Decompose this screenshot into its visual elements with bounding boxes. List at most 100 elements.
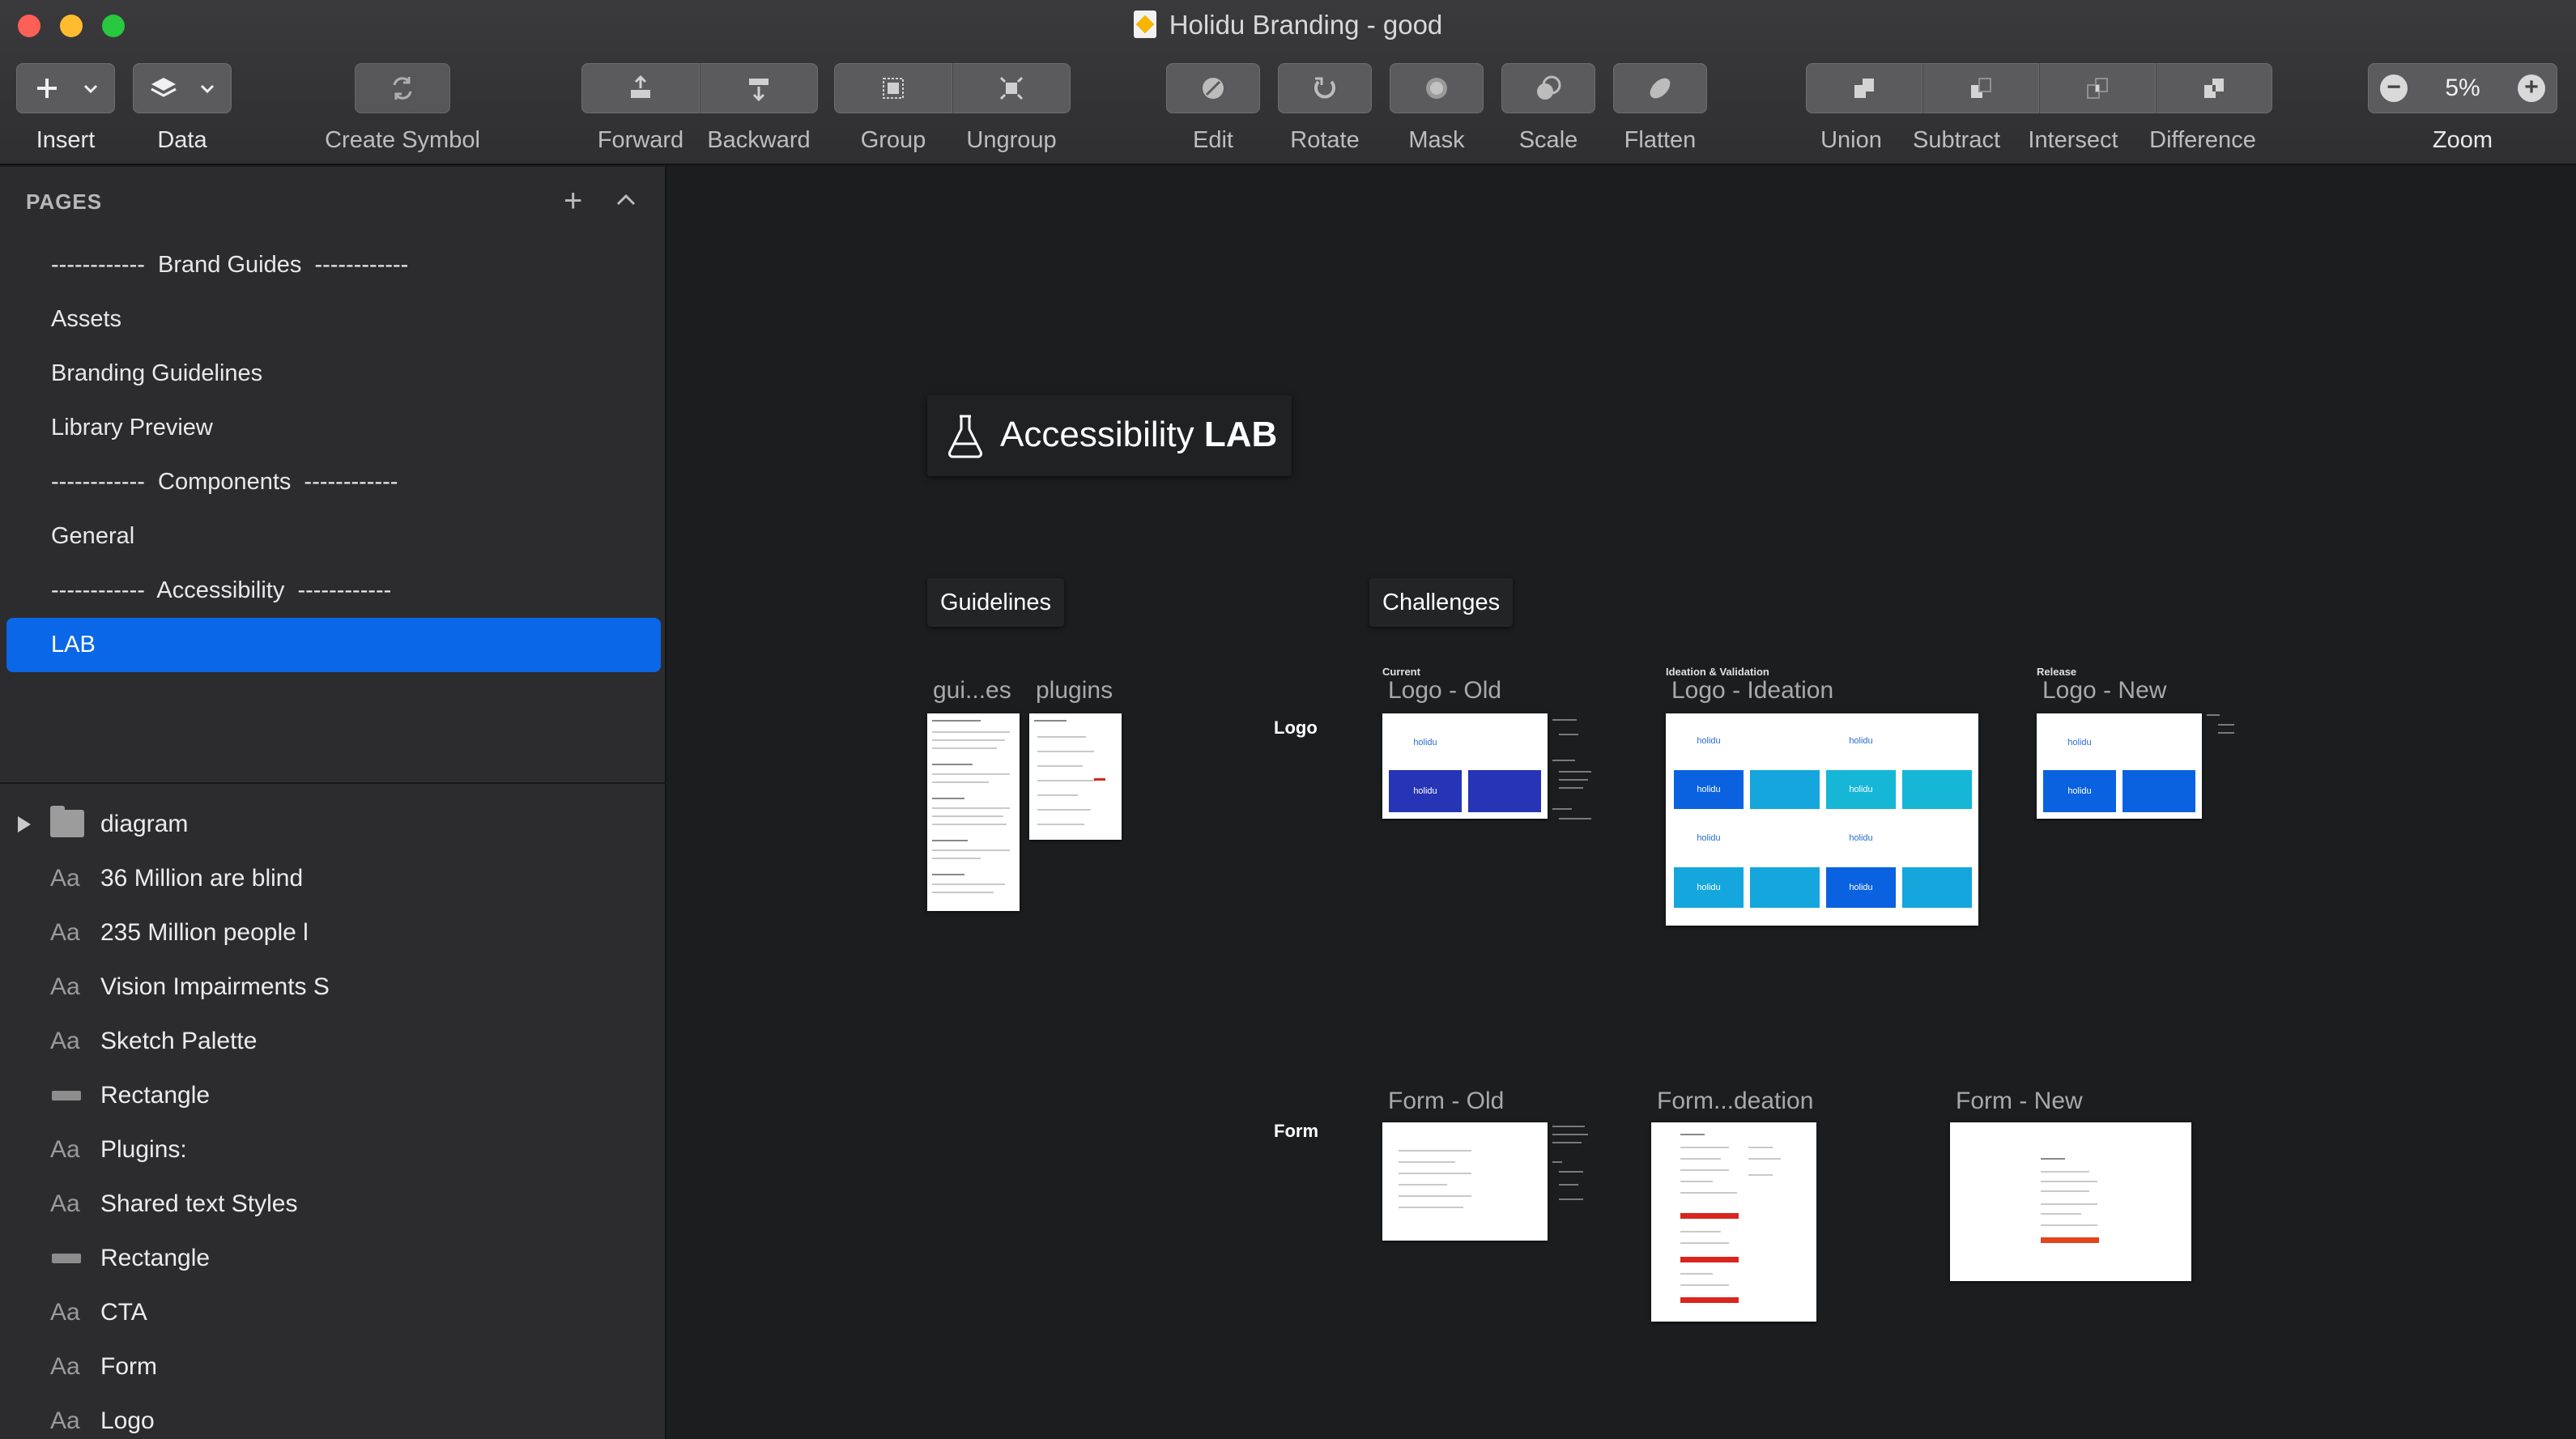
- text-layer-icon: Aa: [50, 1353, 80, 1380]
- form-new-artboard[interactable]: [1950, 1122, 2191, 1281]
- artboard-label-logo-ideation[interactable]: Logo - Ideation: [1671, 677, 1833, 705]
- logo-new-artboard[interactable]: holidu holidu: [2037, 713, 2202, 819]
- layer-item-text[interactable]: Aa Logo: [0, 1394, 666, 1439]
- layer-item-text[interactable]: Aa 36 Million are blind: [0, 851, 666, 905]
- lab-title-box[interactable]: Accessibility LAB: [927, 395, 1292, 476]
- flatten-label: Flatten: [1624, 127, 1697, 153]
- logo-cell: holidu: [1674, 820, 1744, 856]
- union-button[interactable]: [1806, 63, 1922, 113]
- layer-item-rectangle[interactable]: Rectangle: [0, 1068, 666, 1122]
- ungroup-button[interactable]: [952, 63, 1071, 113]
- plus-icon: [37, 79, 57, 98]
- mask-icon: [1426, 78, 1447, 99]
- scale-button[interactable]: [1501, 63, 1595, 113]
- layer-label: Shared text Styles: [100, 1190, 298, 1217]
- create-symbol-label: Create Symbol: [325, 127, 480, 153]
- artboard-label-logo-old[interactable]: Logo - Old: [1388, 677, 1501, 705]
- logo-old-artboard[interactable]: holidu holidu: [1382, 713, 1548, 819]
- logo-cell: [1750, 820, 1820, 856]
- layer-item-text[interactable]: Aa CTA: [0, 1285, 666, 1339]
- form-old-notes: [1552, 1126, 1601, 1231]
- logo-cell: holidu: [2043, 770, 2116, 812]
- create-symbol-button[interactable]: [355, 63, 450, 113]
- rotate-icon: [1314, 77, 1335, 99]
- plugins-artboard[interactable]: [1029, 713, 1122, 840]
- logo-old-notes: [1552, 719, 1601, 824]
- layer-list: diagram Aa 36 Million are blind Aa 235 M…: [0, 797, 666, 1439]
- insert-button[interactable]: [16, 63, 115, 113]
- sidebar-divider[interactable]: [0, 782, 666, 784]
- layer-item-text[interactable]: Aa Shared text Styles: [0, 1177, 666, 1231]
- page-item-components-separator[interactable]: ------------ Components ------------: [6, 455, 661, 509]
- logo-cell: [1750, 867, 1820, 908]
- artboard-label-guides[interactable]: gui...es: [933, 677, 1011, 705]
- challenges-section[interactable]: Challenges: [1369, 578, 1514, 627]
- forward-button[interactable]: [581, 63, 700, 113]
- chevron-up-icon[interactable]: [614, 188, 638, 212]
- logo-cell: [2123, 770, 2195, 812]
- layer-item-folder[interactable]: diagram: [0, 797, 666, 851]
- logo-cell: holidu: [1826, 770, 1896, 809]
- group-label: Group: [860, 127, 926, 153]
- subtract-label: Subtract: [1913, 127, 2000, 153]
- backward-button[interactable]: [700, 63, 818, 113]
- artboard-label-form-old[interactable]: Form - Old: [1388, 1088, 1504, 1115]
- logo-cell: holidu: [1826, 820, 1896, 856]
- data-button[interactable]: [133, 63, 232, 113]
- text-layer-icon: Aa: [50, 973, 80, 1000]
- guides-artboard[interactable]: [927, 713, 1020, 911]
- page-item-lab[interactable]: LAB: [6, 618, 661, 672]
- text-layer-icon: Aa: [50, 1028, 80, 1054]
- rotate-button[interactable]: [1278, 63, 1372, 113]
- artboard-label-form-new[interactable]: Form - New: [1956, 1088, 2083, 1115]
- backward-label: Backward: [707, 127, 811, 153]
- page-item-branding-guidelines[interactable]: Branding Guidelines: [6, 347, 661, 401]
- text-layer-icon: Aa: [50, 865, 80, 892]
- design-canvas[interactable]: Accessibility LAB Guidelines Challenges …: [668, 167, 2576, 1439]
- page-item-brand-guides-separator[interactable]: ------------ Brand Guides ------------: [6, 238, 661, 292]
- mini-label-release: Release: [2037, 666, 2077, 678]
- row-label-logo: Logo: [1274, 717, 1318, 738]
- guidelines-section[interactable]: Guidelines: [927, 578, 1065, 627]
- artboard-label-form-ideation[interactable]: Form...deation: [1657, 1088, 1813, 1115]
- pages-header: PAGES: [26, 189, 103, 214]
- page-item-library-preview[interactable]: Library Preview: [6, 401, 661, 455]
- difference-button[interactable]: [2156, 63, 2272, 113]
- zoom-in-button[interactable]: +: [2517, 75, 2545, 102]
- layer-item-text[interactable]: Aa Vision Impairments S: [0, 960, 666, 1014]
- layer-item-rectangle[interactable]: Rectangle: [0, 1231, 666, 1285]
- page-item-general[interactable]: General: [6, 509, 661, 564]
- add-page-button[interactable]: +: [564, 185, 582, 217]
- layer-item-text[interactable]: Aa Plugins:: [0, 1122, 666, 1177]
- flatten-button[interactable]: [1613, 63, 1707, 113]
- edit-button[interactable]: [1166, 63, 1260, 113]
- group-button[interactable]: [834, 63, 952, 113]
- folder-icon: [50, 806, 84, 837]
- page-item-accessibility-separator[interactable]: ------------ Accessibility ------------: [6, 564, 661, 618]
- disclosure-triangle-icon[interactable]: [18, 816, 31, 832]
- logo-ideation-artboard[interactable]: holidu holidu holidu holidu holidu holid…: [1666, 713, 1978, 926]
- artboard-label-logo-new[interactable]: Logo - New: [2042, 677, 2166, 705]
- form-old-artboard[interactable]: [1382, 1122, 1548, 1241]
- form-ideation-artboard[interactable]: [1651, 1122, 1816, 1322]
- layer-item-text[interactable]: Aa 235 Million people l: [0, 905, 666, 960]
- zoom-out-button[interactable]: −: [2380, 75, 2408, 102]
- layer-label: Vision Impairments S: [100, 973, 330, 1000]
- mask-button[interactable]: [1390, 63, 1484, 113]
- logo-cell: [1750, 770, 1820, 809]
- subtract-button[interactable]: [1922, 63, 2039, 113]
- chevron-down-icon: [83, 84, 98, 94]
- artboard-label-plugins[interactable]: plugins: [1036, 677, 1113, 705]
- zoom-value: 5%: [2445, 75, 2480, 101]
- logo-cell: holidu: [1674, 867, 1744, 908]
- rectangle-icon: [52, 1091, 81, 1101]
- mask-label: Mask: [1408, 127, 1465, 153]
- intersect-button[interactable]: [2039, 63, 2156, 113]
- layer-label: diagram: [100, 811, 189, 837]
- difference-label: Difference: [2149, 127, 2256, 153]
- page-item-assets[interactable]: Assets: [6, 292, 661, 347]
- layer-item-text[interactable]: Aa Sketch Palette: [0, 1014, 666, 1068]
- layer-item-text[interactable]: Aa Form: [0, 1339, 666, 1394]
- intersect-label: Intersect: [2028, 127, 2118, 153]
- lab-title-regular: Accessibility: [1000, 415, 1204, 454]
